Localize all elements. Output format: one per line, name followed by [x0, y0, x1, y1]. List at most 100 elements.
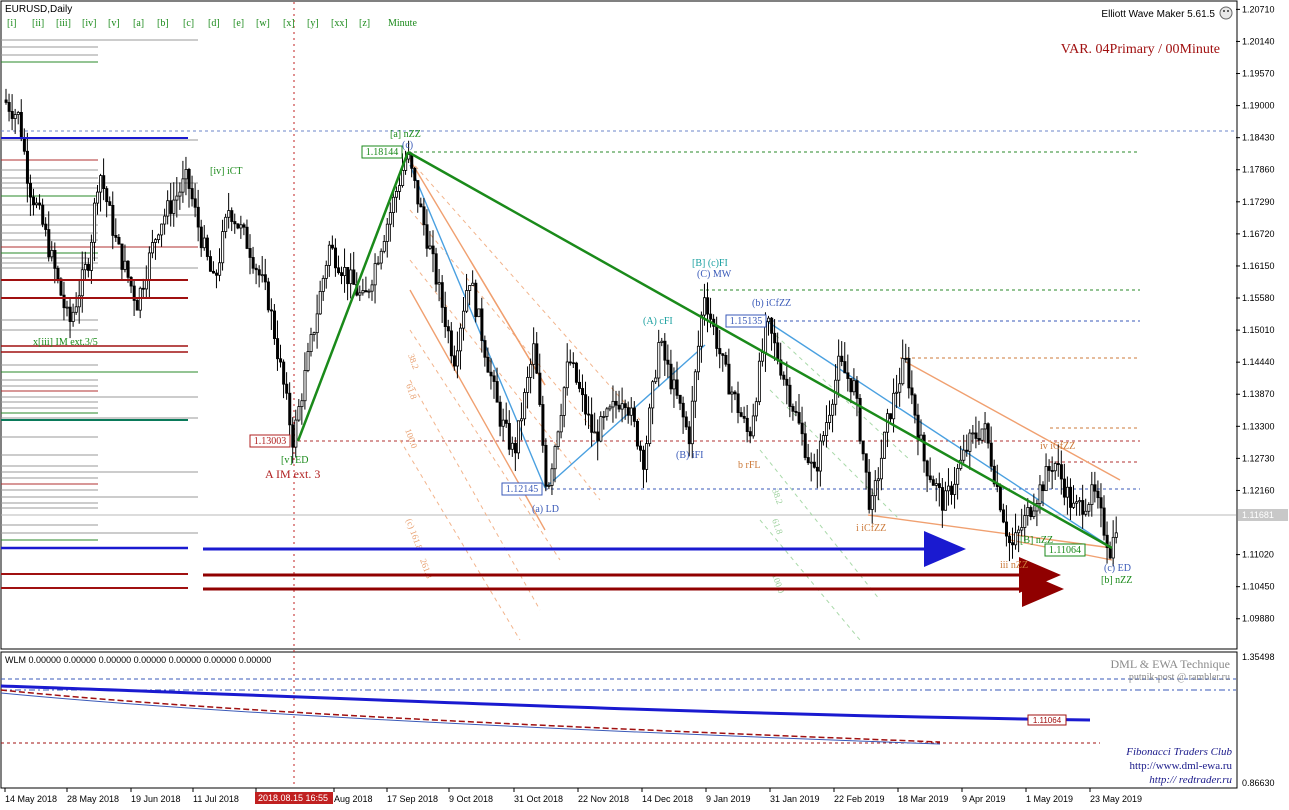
candle-body: [663, 340, 667, 361]
label-a-cfi: (A) cFI: [643, 316, 673, 327]
candle-body: [590, 414, 594, 433]
candle-body: [184, 168, 188, 180]
candle-body: [260, 274, 264, 277]
candle-body: [687, 426, 691, 445]
wave-button[interactable]: [iv]: [82, 18, 96, 29]
watermark-line1: DML & EWA Technique: [1111, 657, 1230, 671]
candle-body: [940, 487, 944, 511]
price-tick-label: 1.19000: [1242, 101, 1275, 111]
price-tick-label: 1.20710: [1242, 4, 1275, 14]
candle-body: [10, 111, 14, 119]
candle-body: [1053, 463, 1057, 472]
candle-body: [425, 224, 429, 249]
symbol-label: EURUSD,Daily: [5, 4, 72, 15]
candle-body: [218, 262, 222, 276]
candle-body: [620, 403, 624, 410]
candle-body: [1066, 486, 1070, 498]
wave-button[interactable]: [c]: [183, 18, 194, 29]
candle-body: [761, 352, 765, 362]
candle-body: [254, 267, 258, 271]
date-tick-label: 2018.08.15 16:55: [258, 793, 328, 803]
candle-body: [498, 401, 502, 427]
wave-button[interactable]: [xx]: [331, 18, 348, 29]
candle-body: [517, 420, 521, 454]
candle-body: [629, 407, 633, 416]
date-tick-label: 14 Dec 2018: [642, 794, 693, 804]
smiley-icon[interactable]: [1219, 6, 1233, 20]
wave-button[interactable]: [a]: [133, 18, 144, 29]
candle-body: [1014, 532, 1018, 546]
candle-body: [269, 309, 273, 312]
candle-body: [733, 391, 737, 395]
candle-body: [1078, 500, 1082, 503]
price-box-top: 1.18144: [366, 147, 399, 158]
candle-body: [1032, 510, 1036, 518]
candle-body: [44, 223, 48, 230]
candle-body: [971, 432, 975, 435]
candle-body: [1047, 466, 1051, 471]
candle-body: [965, 449, 969, 452]
candle-body: [1041, 484, 1045, 492]
candle-body: [507, 423, 511, 450]
candle-body: [431, 245, 435, 255]
candle-body: [678, 394, 682, 404]
candle-body: [236, 223, 240, 229]
wave-button[interactable]: [ii]: [32, 18, 44, 29]
candle-body: [1062, 478, 1066, 498]
candle-body: [150, 242, 154, 254]
wave-button[interactable]: [i]: [7, 18, 16, 29]
candle-body: [782, 374, 786, 380]
watermark-line5: http:// redtrader.ru: [1149, 774, 1232, 786]
wave-button[interactable]: Minute: [388, 18, 417, 29]
wave-button[interactable]: [b]: [157, 18, 169, 29]
candle-body: [96, 191, 100, 204]
candle-body: [1090, 484, 1094, 505]
wave-button[interactable]: [v]: [108, 18, 120, 29]
candle-body: [1023, 515, 1027, 528]
candle-body: [410, 153, 414, 169]
candle-body: [413, 167, 417, 181]
candle-body: [333, 247, 337, 269]
candle-body: [611, 400, 615, 408]
candle-body: [623, 403, 627, 409]
candle-body: [550, 468, 554, 486]
candle-body: [126, 260, 130, 278]
label-b-nzz: [B] nZZ: [1020, 535, 1053, 546]
date-tick-label: 9 Oct 2018: [449, 794, 493, 804]
candle-body: [715, 325, 719, 349]
candle-body: [422, 206, 426, 226]
candle-body: [1069, 486, 1073, 508]
candle-body: [666, 359, 670, 365]
candle-body: [468, 285, 472, 291]
candle-body: [190, 188, 194, 200]
candle-body: [767, 317, 771, 323]
candle-body: [504, 419, 508, 424]
wave-button[interactable]: [w]: [256, 18, 270, 29]
candle-body: [1001, 509, 1005, 523]
wave-button[interactable]: [y]: [307, 18, 319, 29]
candle-body: [648, 407, 652, 445]
wave-button[interactable]: [e]: [233, 18, 244, 29]
candle-body: [65, 306, 69, 309]
candle-body: [904, 357, 908, 360]
candle-body: [736, 393, 740, 413]
candle-body: [605, 408, 609, 417]
price-tick-label: 1.14440: [1242, 357, 1275, 367]
wave-button[interactable]: [x]: [283, 18, 295, 29]
candle-body: [394, 190, 398, 198]
candle-body: [35, 202, 39, 206]
chart-canvas[interactable]: 38.2 61.8 100.0 (c) 161.8 261.8 38.2 61.…: [0, 0, 1289, 810]
wave-button[interactable]: [iii]: [56, 18, 71, 29]
candle-body: [538, 372, 542, 405]
candle-body: [1075, 501, 1079, 504]
candle-body: [160, 223, 164, 236]
wave-button[interactable]: [d]: [208, 18, 220, 29]
wave-button[interactable]: [z]: [359, 18, 370, 29]
candle-body: [327, 244, 331, 266]
label-iii-nzz: iii nZZ: [1000, 560, 1028, 571]
candle-body: [852, 380, 856, 393]
candle-body: [318, 291, 322, 315]
candle-body: [986, 423, 990, 444]
candle-body: [791, 406, 795, 412]
candle-body: [797, 412, 801, 424]
